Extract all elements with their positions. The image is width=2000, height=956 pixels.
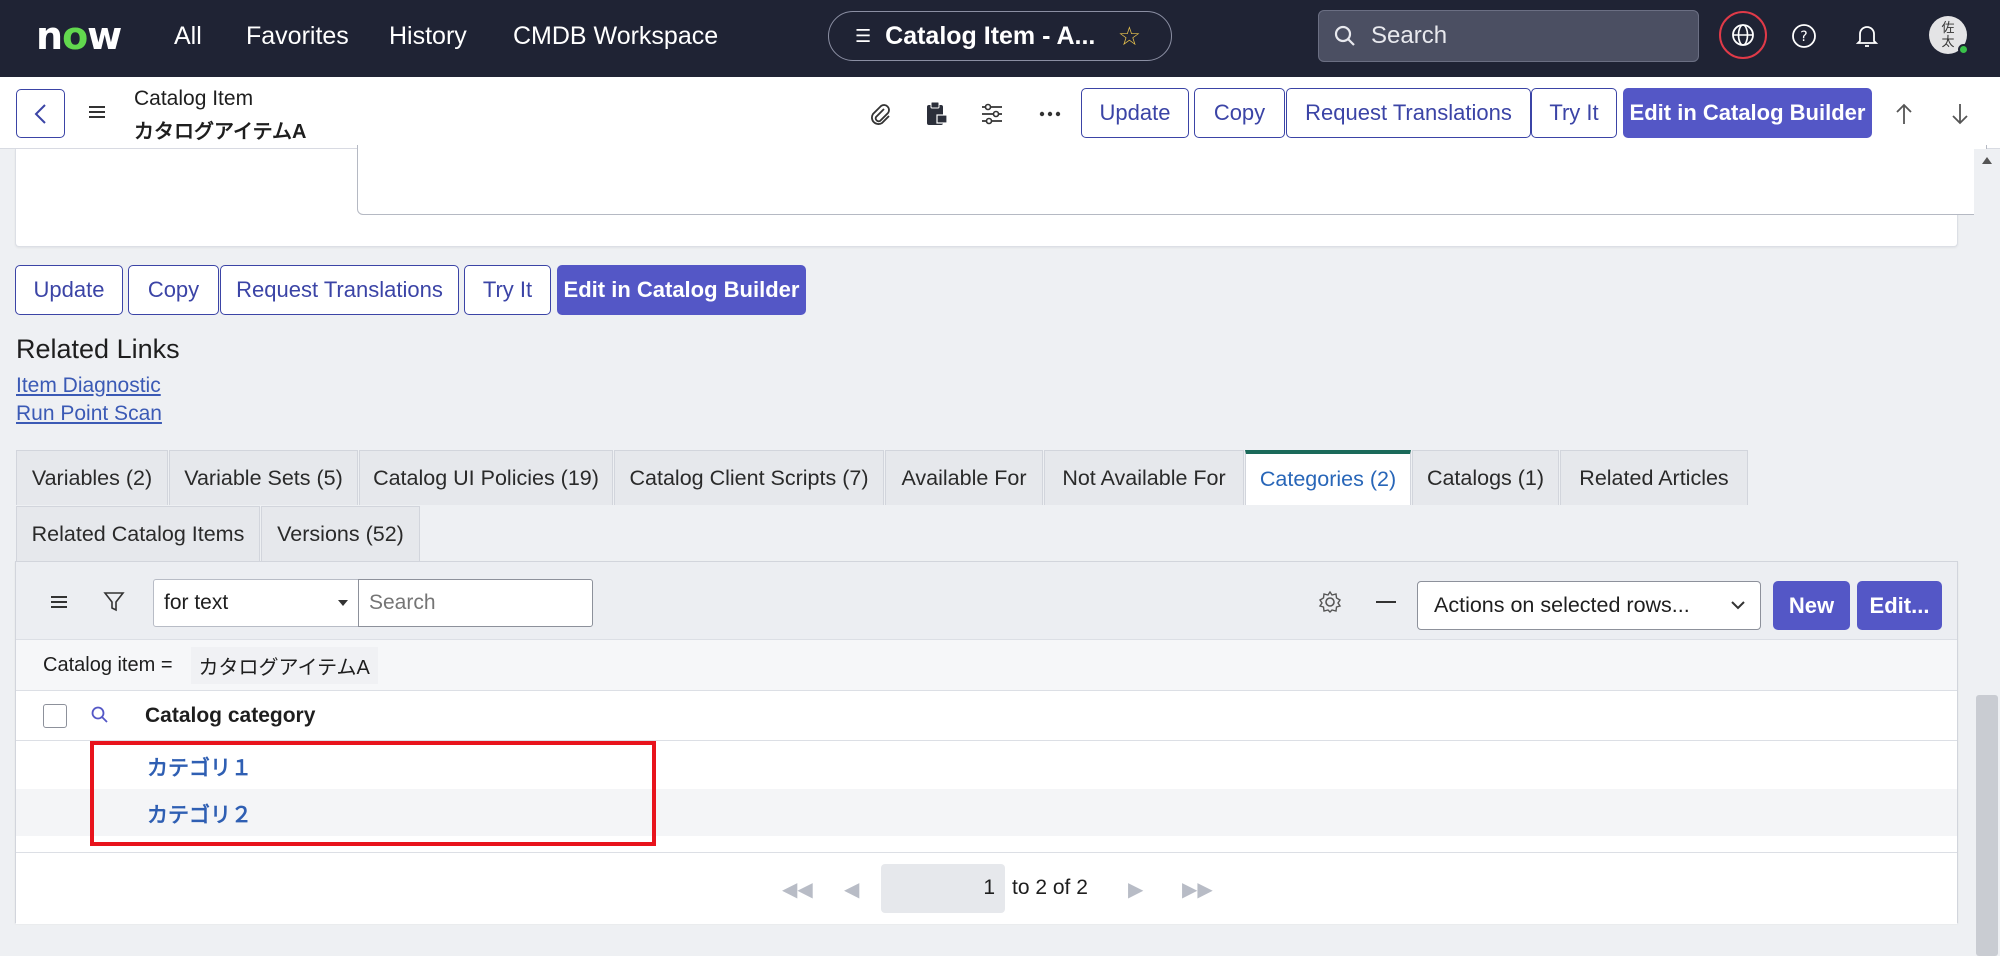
- page-number-input[interactable]: 1: [881, 864, 1005, 913]
- header-request-translations-button[interactable]: Request Translations: [1286, 88, 1531, 138]
- filter-label[interactable]: Catalog item =: [43, 654, 173, 677]
- favorite-star-icon[interactable]: ☆: [1118, 21, 1141, 52]
- tab-related-catalog-items[interactable]: Related Catalog Items: [16, 506, 260, 561]
- last-page-icon[interactable]: ▶▶: [1182, 877, 1213, 902]
- filter-value: カタログアイテムA: [190, 646, 378, 684]
- description-textarea[interactable]: [357, 145, 1987, 215]
- form-table-label: Catalog Item: [134, 87, 254, 110]
- previous-record-arrow-up-icon[interactable]: [1888, 99, 1920, 129]
- header-update-button[interactable]: Update: [1081, 88, 1189, 138]
- form-context-menu-icon[interactable]: [86, 99, 108, 125]
- top-navigation-bar: now All Favorites History CMDB Workspace…: [0, 0, 2000, 77]
- filter-breadcrumb: Catalog item = カタログアイテムA: [16, 640, 1957, 691]
- settings-sliders-icon[interactable]: [976, 99, 1008, 129]
- clipboard-icon[interactable]: [920, 99, 952, 129]
- svg-text:?: ?: [1800, 29, 1807, 45]
- global-search-input[interactable]: Search: [1318, 10, 1699, 62]
- related-links-heading: Related Links: [16, 334, 180, 364]
- new-button[interactable]: New: [1773, 581, 1850, 630]
- list-toolbar: for text Actions on selected rows... New…: [16, 562, 1957, 640]
- record-title: Catalog Item - A...: [885, 21, 1096, 50]
- list-menu-icon[interactable]: [45, 588, 73, 616]
- header-copy-button[interactable]: Copy: [1194, 88, 1285, 138]
- try-it-button[interactable]: Try It: [464, 265, 551, 315]
- tab-categories[interactable]: Categories (2): [1245, 450, 1411, 505]
- nav-cmdb-workspace[interactable]: CMDB Workspace: [513, 22, 718, 51]
- form-section-card: [15, 145, 1987, 247]
- search-icon: [1334, 25, 1355, 46]
- run-point-scan-link[interactable]: Run Point Scan: [16, 402, 162, 426]
- more-options-icon[interactable]: [1034, 99, 1066, 129]
- tab-not-available-for[interactable]: Not Available For: [1044, 450, 1244, 505]
- servicenow-logo[interactable]: now: [36, 14, 122, 58]
- actions-on-selected-rows-select[interactable]: Actions on selected rows...: [1417, 581, 1761, 630]
- page-range-text: to 2 of 2: [1012, 876, 1088, 899]
- tab-catalogs[interactable]: Catalogs (1): [1412, 450, 1559, 505]
- globe-icon: [1732, 24, 1754, 46]
- avatar-text: 佐太: [1941, 20, 1955, 49]
- chevron-down-icon: [338, 600, 348, 606]
- collapse-minus-icon[interactable]: [1372, 588, 1400, 616]
- list-search-input[interactable]: [358, 579, 593, 627]
- list-column-header: Catalog category: [16, 691, 1957, 741]
- tab-related-articles[interactable]: Related Articles: [1560, 450, 1748, 505]
- list-icon: ☰: [855, 25, 872, 46]
- nav-all[interactable]: All: [174, 22, 202, 51]
- first-page-icon[interactable]: ◀◀: [782, 877, 813, 902]
- tab-catalog-client-scripts[interactable]: Catalog Client Scripts (7): [614, 450, 884, 505]
- search-placeholder: Search: [1371, 22, 1448, 49]
- search-field-value: for text: [164, 591, 229, 614]
- scrollbar-thumb[interactable]: [1976, 695, 1998, 956]
- tab-available-for[interactable]: Available For: [885, 450, 1043, 505]
- item-diagnostic-link[interactable]: Item Diagnostic: [16, 374, 161, 398]
- filter-funnel-icon[interactable]: [100, 588, 128, 616]
- nav-favorites[interactable]: Favorites: [246, 22, 349, 51]
- language-globe-button[interactable]: [1719, 11, 1767, 59]
- record-title-pill[interactable]: ☰ Catalog Item - A... ☆: [828, 11, 1172, 61]
- form-record-name: カタログアイテムA: [134, 121, 307, 143]
- user-avatar[interactable]: 佐太: [1929, 16, 1969, 55]
- list-settings-gear-icon[interactable]: [1316, 588, 1344, 616]
- copy-button[interactable]: Copy: [128, 265, 219, 315]
- next-page-icon[interactable]: ▶: [1128, 877, 1143, 902]
- chevron-down-icon: [1731, 601, 1745, 610]
- tab-catalog-ui-policies[interactable]: Catalog UI Policies (19): [359, 450, 613, 505]
- edit-in-catalog-builder-button[interactable]: Edit in Catalog Builder: [557, 265, 806, 315]
- select-all-checkbox[interactable]: [43, 704, 67, 728]
- nav-history[interactable]: History: [389, 22, 467, 51]
- help-icon[interactable]: ?: [1787, 19, 1821, 53]
- header-try-it-button[interactable]: Try It: [1531, 88, 1617, 138]
- highlight-box: [90, 741, 656, 846]
- scroll-up-arrow-icon[interactable]: [1982, 157, 1992, 164]
- form-header: Catalog Item カタログアイテムA Update Copy Reque…: [0, 77, 2000, 149]
- back-button[interactable]: [16, 89, 65, 138]
- notifications-bell-icon[interactable]: [1850, 19, 1884, 53]
- actions-select-label: Actions on selected rows...: [1434, 593, 1690, 617]
- tab-variables[interactable]: Variables (2): [16, 450, 168, 505]
- next-record-arrow-down-icon[interactable]: [1944, 99, 1976, 129]
- column-catalog-category[interactable]: Catalog category: [145, 704, 315, 728]
- update-button[interactable]: Update: [15, 265, 123, 315]
- page-scrollbar[interactable]: [1974, 149, 2000, 956]
- edit-button[interactable]: Edit...: [1857, 581, 1942, 630]
- attachment-icon[interactable]: [864, 99, 896, 129]
- header-edit-in-catalog-builder-button[interactable]: Edit in Catalog Builder: [1623, 88, 1872, 138]
- list-pagination: ◀◀ ◀ 1 to 2 of 2 ▶ ▶▶: [16, 852, 1957, 924]
- presence-dot: [1958, 44, 1969, 55]
- column-search-icon[interactable]: [90, 705, 110, 725]
- request-translations-button[interactable]: Request Translations: [220, 265, 459, 315]
- chevron-left-icon: [34, 103, 46, 124]
- tab-variable-sets[interactable]: Variable Sets (5): [169, 450, 358, 505]
- tab-versions[interactable]: Versions (52): [261, 506, 420, 561]
- search-field-select[interactable]: for text: [153, 579, 359, 627]
- previous-page-icon[interactable]: ◀: [844, 877, 859, 902]
